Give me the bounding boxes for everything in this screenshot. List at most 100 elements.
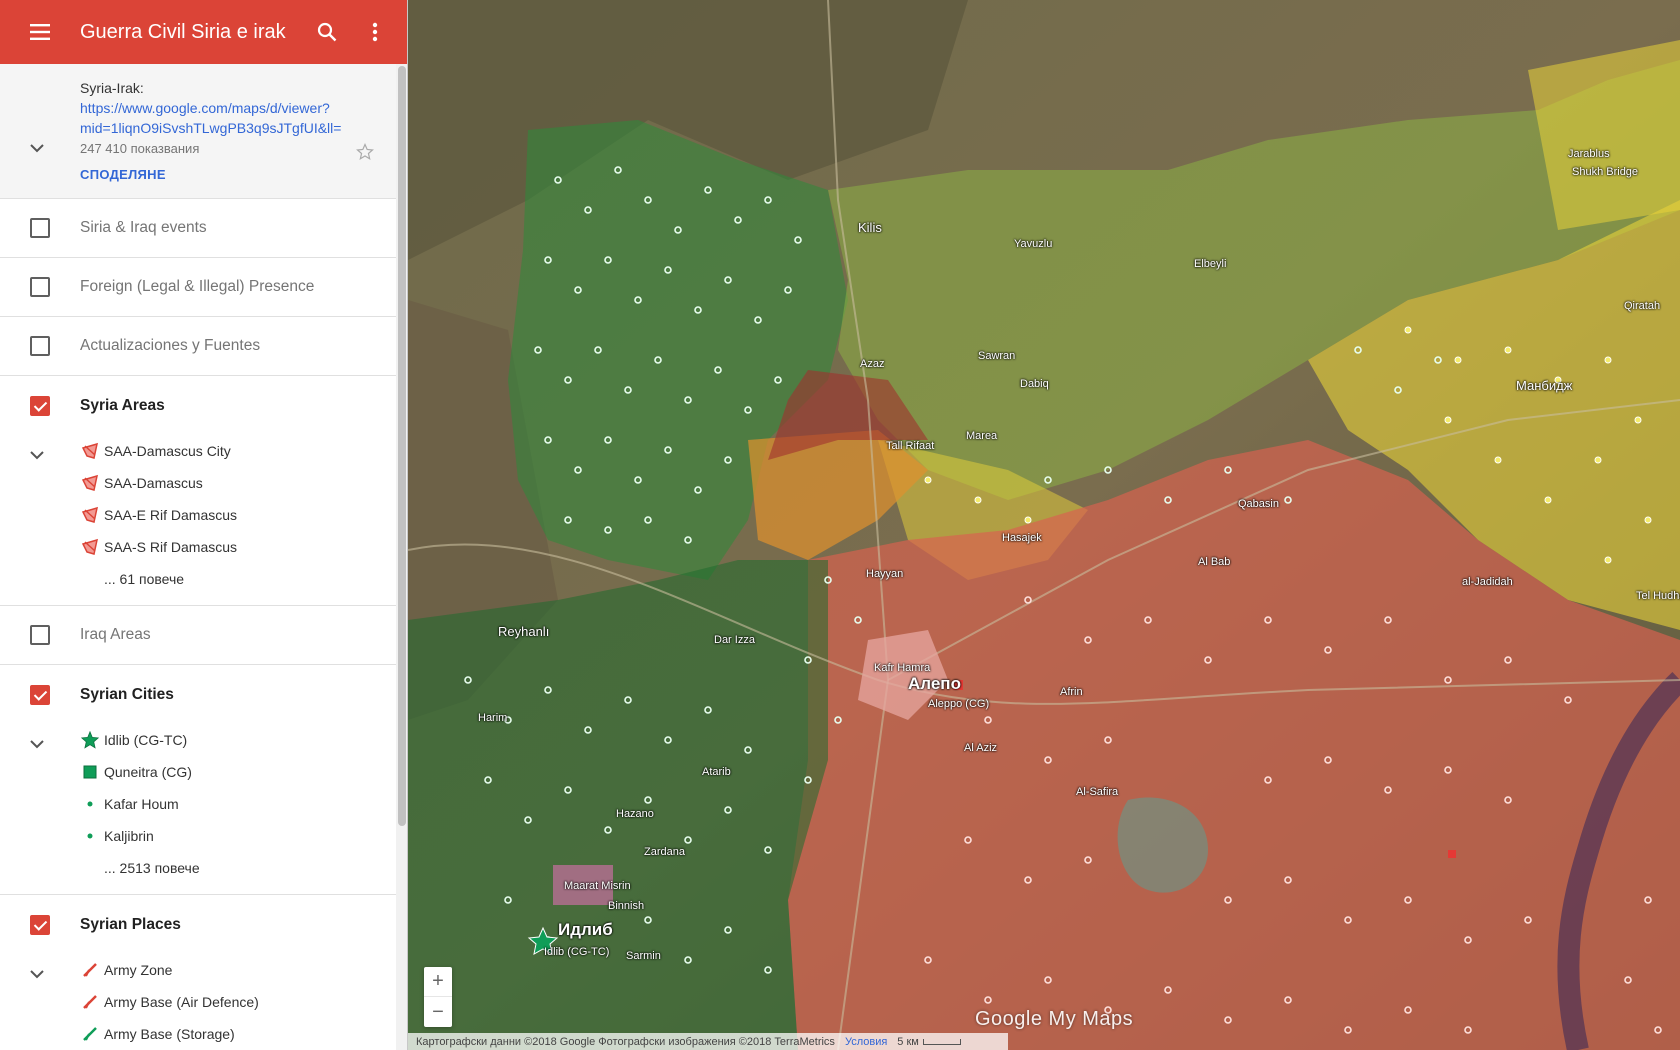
place-label: Elbeyli	[1194, 258, 1227, 270]
place-label: Dabiq	[1020, 378, 1049, 390]
layer-name: Syrian Places	[80, 915, 181, 933]
terms-link[interactable]: Условия	[845, 1036, 887, 1048]
place-label: Kafr Hamra	[874, 662, 931, 674]
legend-item[interactable]: Idlib (CG-TC)	[0, 724, 396, 756]
legend-item[interactable]: Army Base (Storage)	[0, 1018, 396, 1050]
syria-areas-legend: SAA-Damascus City SAA-Damascus SAA-E Rif…	[0, 435, 396, 606]
legend-item[interactable]: SAA-Damascus	[0, 467, 396, 499]
legend-item-label: Army Base (Air Defence)	[104, 994, 259, 1010]
place-label: Binnish	[608, 900, 645, 912]
hamburger-icon	[30, 24, 50, 40]
legend-item[interactable]: SAA-Damascus City	[0, 435, 396, 467]
map-link-line-1[interactable]: https://www.google.com/maps/d/viewer?	[80, 98, 342, 118]
layer-checkbox-syrian-cities[interactable]	[30, 684, 50, 705]
layer-name: Syrian Cities	[80, 685, 174, 703]
place-label: Dar Izza	[714, 634, 755, 646]
layer-row-syrian-cities[interactable]: Syrian Cities	[0, 665, 396, 724]
layer-checkbox-iraq-areas[interactable]	[30, 625, 50, 645]
legend-item-label: SAA-S Rif Damascus	[104, 539, 238, 555]
legend-item[interactable]: Army Zone	[0, 954, 396, 986]
place-label: Hazano	[616, 808, 654, 820]
legend-item-label: SAA-E Rif Damascus	[104, 507, 238, 523]
search-icon	[317, 22, 337, 42]
place-label: Qabasin	[1238, 498, 1279, 510]
layer-row-actualizaciones[interactable]: Actualizaciones y Fuentes	[0, 317, 396, 376]
layer-name: Syria Areas	[80, 396, 165, 414]
legend-item-label: Quneitra (CG)	[104, 764, 192, 780]
map-title: Guerra Civil Siria e irak	[80, 20, 286, 43]
legend-item-label: Kaljibrin	[104, 828, 154, 844]
collapse-info-button[interactable]	[30, 144, 44, 153]
place-label: Harim	[478, 712, 508, 724]
show-more-syrian-cities[interactable]: ... 2513 повече	[0, 852, 396, 884]
layer-row-iraq-areas[interactable]: Iraq Areas	[0, 606, 396, 665]
show-more-syria-areas[interactable]: ... 61 повече	[0, 563, 396, 595]
place-label: Sawran	[978, 350, 1016, 362]
star-button[interactable]	[356, 143, 374, 166]
scale-indicator[interactable]: 5 км	[897, 1036, 961, 1048]
place-label: Kilis	[858, 220, 882, 235]
layer-row-foreign-presence[interactable]: Foreign (Legal & Illegal) Presence	[0, 258, 396, 317]
search-button[interactable]	[303, 0, 351, 64]
legend-item[interactable]: Quneitra (CG)	[0, 756, 396, 788]
map-link-line-2[interactable]: mid=1liqnO9iSvshTLwgPB3q9sJTgfUI&ll=3	[80, 118, 342, 138]
layer-checkbox-siria-iraq-events[interactable]	[30, 218, 50, 238]
layer-row-syria-areas[interactable]: Syria Areas	[0, 376, 396, 435]
layer-checkbox-syria-areas[interactable]	[30, 395, 50, 416]
map-info-label: Syria-Irak:	[80, 80, 144, 96]
share-button[interactable]: СПОДЕЛЯНЕ	[80, 167, 396, 182]
layer-checkbox-syrian-places[interactable]	[30, 914, 50, 935]
layer-row-siria-iraq-events[interactable]: Siria & Iraq events	[0, 199, 396, 258]
place-label: Marea	[966, 430, 998, 442]
place-label: Tall Rifaat	[886, 440, 935, 452]
legend-item[interactable]: Army Base (Air Defence)	[0, 986, 396, 1018]
place-label: Azaz	[860, 358, 885, 370]
map-canvas[interactable]: Kilis Reyhanlı Алепо Aleppo (CG) Идлиб I…	[408, 0, 1680, 1050]
layer-row-syrian-places[interactable]: Syrian Places	[0, 895, 396, 954]
legend-item[interactable]: Kaljibrin	[0, 820, 396, 852]
place-label: Qiratah	[1624, 300, 1661, 312]
legend-item-label: SAA-Damascus City	[104, 443, 231, 459]
legend-item[interactable]: SAA-E Rif Damascus	[0, 499, 396, 531]
sidebar-scrollbar[interactable]	[396, 64, 407, 1050]
tank-icon	[80, 473, 100, 493]
legend-item-label: SAA-Damascus	[104, 475, 203, 491]
scrollbar-thumb[interactable]	[398, 66, 406, 826]
layer-checkbox-foreign-presence[interactable]	[30, 277, 50, 297]
place-label: Al Bab	[1198, 556, 1231, 568]
place-label: Al Aziz	[964, 742, 998, 754]
place-label: Yavuzlu	[1014, 238, 1053, 250]
legend-item[interactable]: Kafar Houm	[0, 788, 396, 820]
star-outline-icon	[356, 143, 374, 160]
map-viewer-link[interactable]: https://www.google.com/maps/d/viewer? mi…	[80, 98, 342, 138]
more-options-button[interactable]	[351, 0, 399, 64]
place-label: Idlib (CG-TC)	[544, 946, 610, 958]
chevron-down-icon	[30, 144, 44, 153]
menu-button[interactable]	[0, 0, 80, 64]
dot-icon	[80, 826, 100, 846]
legend-item-label: Kafar Houm	[104, 796, 179, 812]
scale-label: 5 км	[897, 1035, 919, 1048]
map-base[interactable]	[408, 0, 1680, 1050]
legend-item-label: Army Zone	[104, 962, 173, 978]
zoom-in-button[interactable]: +	[424, 967, 452, 997]
zoom-out-button[interactable]: −	[424, 997, 452, 1027]
place-label: Aleppo (CG)	[928, 698, 990, 710]
place-label: Al-Safira	[1076, 786, 1119, 798]
layer-checkbox-actualizaciones[interactable]	[30, 336, 50, 356]
rebel-zone-idlib	[408, 560, 828, 1050]
place-label: Reyhanlı	[498, 624, 550, 639]
legend-item[interactable]: SAA-S Rif Damascus	[0, 531, 396, 563]
place-label: Zardana	[644, 846, 685, 858]
layer-name: Iraq Areas	[80, 626, 151, 643]
place-label: Hasajek	[1002, 532, 1042, 544]
place-label: Tel Hudhan	[1636, 590, 1680, 602]
place-label: Sarmin	[626, 950, 661, 962]
app-bar: Guerra Civil Siria e irak	[0, 0, 407, 64]
place-label: Идлиб	[558, 920, 613, 939]
place-label: Манбидж	[1516, 378, 1573, 393]
rifle-icon	[80, 960, 100, 980]
rifle-icon	[80, 1024, 100, 1044]
view-count: 247 410 показвания	[80, 141, 200, 156]
dot-icon	[80, 794, 100, 814]
